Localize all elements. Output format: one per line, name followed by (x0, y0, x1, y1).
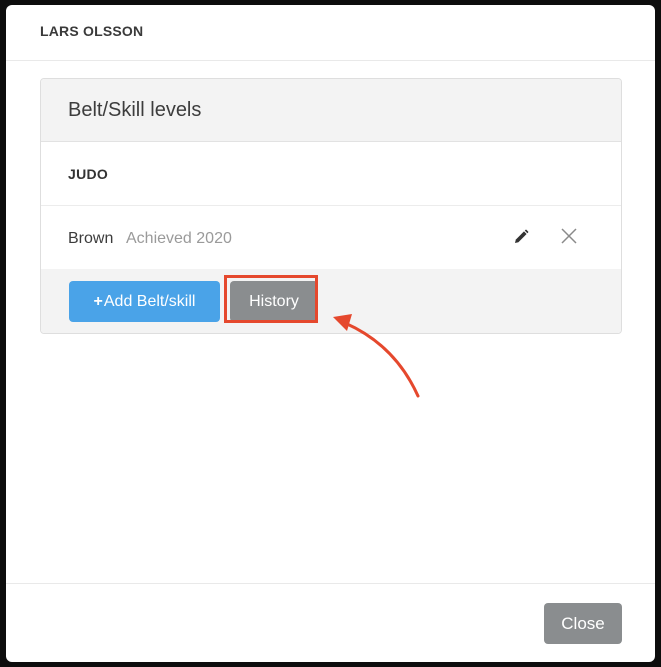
plus-icon: + (93, 293, 103, 310)
section-label: JUDO (68, 166, 109, 182)
add-belt-skill-button[interactable]: +Add Belt/skill (69, 281, 220, 322)
modal-title: LARS OLSSON (40, 23, 144, 39)
close-label: Close (561, 614, 605, 633)
belt-achieved-date: Achieved 2020 (126, 230, 232, 247)
modal-header: LARS OLSSON (6, 5, 655, 61)
card-title: Belt/Skill levels (68, 99, 202, 121)
belt-skill-card: Belt/Skill levels JUDO Brown Achieved 20… (40, 78, 622, 334)
card-header: Belt/Skill levels (41, 79, 621, 142)
belt-name: Brown (68, 230, 114, 247)
card-footer: +Add Belt/skill History (41, 269, 621, 333)
highlight-box (224, 275, 318, 323)
section-row-judo: JUDO (41, 142, 621, 206)
lars-olsson-modal: LARS OLSSON Belt/Skill levels JUDO Brown… (6, 5, 655, 662)
add-belt-skill-label: Add Belt/skill (103, 293, 196, 310)
close-icon[interactable] (560, 227, 578, 245)
pencil-icon[interactable] (513, 229, 529, 245)
modal-footer: Close (6, 583, 655, 662)
close-button[interactable]: Close (544, 603, 622, 644)
belt-row: Brown Achieved 2020 (41, 206, 621, 269)
